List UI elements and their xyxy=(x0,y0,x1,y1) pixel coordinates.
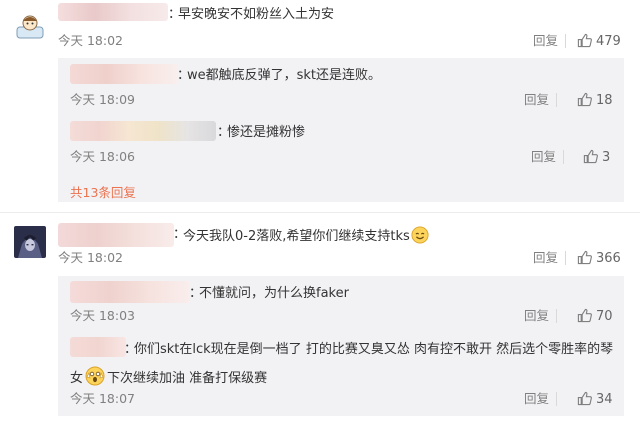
reply-text: we都触底反弹了，skt还是连败。 xyxy=(187,68,382,83)
timestamp: 今天 18:02 xyxy=(58,33,123,48)
reply-button[interactable]: 回复 xyxy=(524,391,549,407)
reply-button[interactable]: 回复 xyxy=(531,149,556,165)
username-blurred[interactable] xyxy=(58,3,168,21)
divider xyxy=(565,251,566,265)
like-button[interactable]: 479 xyxy=(577,33,621,50)
cartoon-pillow-avatar-icon xyxy=(14,10,46,42)
reply-username-blurred[interactable] xyxy=(70,121,216,141)
username-blurred[interactable] xyxy=(58,223,174,247)
reply-text: 不懂就问，为什么换faker xyxy=(199,286,349,301)
like-count: 3 xyxy=(602,150,611,165)
like-button[interactable]: 34 xyxy=(577,391,613,408)
divider xyxy=(556,309,557,323)
like-count: 34 xyxy=(596,392,613,407)
timestamp: 今天 18:06 xyxy=(70,149,135,164)
timestamp: 今天 18:09 xyxy=(70,92,135,107)
reply-username-blurred[interactable] xyxy=(70,64,178,84)
like-count: 479 xyxy=(596,34,621,49)
reply-button[interactable]: 回复 xyxy=(533,33,558,49)
reply-text-line-1: 你们skt在lck现在是倒一档了 打的比赛又臭又怂 肉有控不敢开 然后选个零胜率… xyxy=(134,342,614,357)
timestamp: 今天 18:02 xyxy=(58,250,123,265)
user-avatar-2[interactable] xyxy=(14,226,46,258)
thumbs-up-icon xyxy=(577,33,592,48)
like-button[interactable]: 366 xyxy=(577,250,621,267)
like-button[interactable]: 18 xyxy=(577,92,613,109)
reply-button[interactable]: 回复 xyxy=(524,92,549,108)
reply-button[interactable]: 回复 xyxy=(524,308,549,324)
like-count: 70 xyxy=(596,309,613,324)
comment-text: 今天我队0-2落败,希望你们继续支持tks xyxy=(183,226,429,246)
like-count: 18 xyxy=(596,93,613,108)
like-count: 366 xyxy=(596,251,621,266)
divider xyxy=(556,392,557,406)
like-button[interactable]: 3 xyxy=(583,149,610,166)
divider xyxy=(565,34,566,48)
timestamp: 今天 18:03 xyxy=(70,308,135,323)
thumbs-up-icon xyxy=(583,149,598,164)
user-avatar-1[interactable] xyxy=(14,10,46,42)
scared-face-emoji-icon xyxy=(85,366,105,386)
reply-text-suffix: 下次继续加油 准备打保级赛 xyxy=(107,371,268,386)
thumbs-up-icon xyxy=(577,92,592,107)
divider xyxy=(556,93,557,107)
reply-button[interactable]: 回复 xyxy=(533,250,558,266)
reply-text: 惨还是摊粉惨 xyxy=(227,125,306,140)
reply-text-line-2: 女 下次继续加油 准备打保级赛 xyxy=(70,366,267,388)
reply-username-blurred[interactable] xyxy=(70,337,126,357)
thumbs-up-icon xyxy=(577,308,592,323)
timestamp: 今天 18:07 xyxy=(70,391,135,406)
comment-divider xyxy=(0,212,640,213)
comment-text: 早安晚安不如粉丝入土为安 xyxy=(178,7,335,22)
comment-text-content: 今天我队0-2落败,希望你们继续支持tks xyxy=(183,229,410,244)
like-button[interactable]: 70 xyxy=(577,308,613,325)
smile-emoji-icon xyxy=(411,226,429,244)
dark-anime-avatar-icon xyxy=(14,226,46,258)
divider xyxy=(563,150,564,164)
thumbs-up-icon xyxy=(577,250,592,265)
more-replies-link[interactable]: 共13条回复 xyxy=(70,185,136,201)
reply-text-prefix: 女 xyxy=(70,371,84,386)
reply-username-blurred[interactable] xyxy=(70,281,190,303)
thumbs-up-icon xyxy=(577,391,592,406)
